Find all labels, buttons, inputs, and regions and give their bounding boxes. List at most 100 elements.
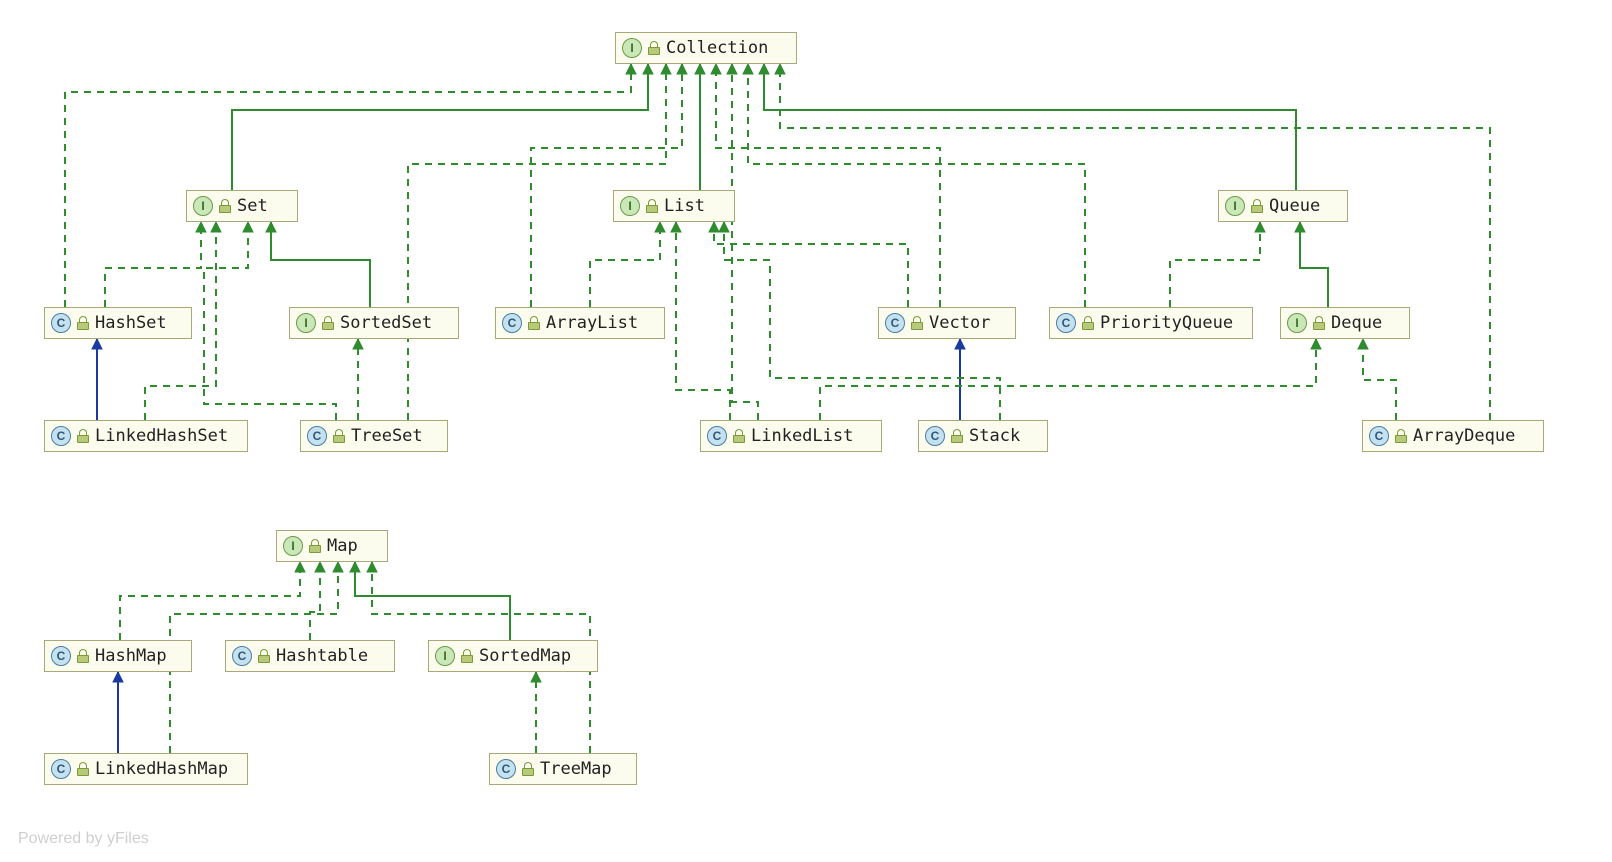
node-label: ArrayDeque [1413,426,1515,446]
lock-icon [333,429,345,443]
node-stack[interactable]: C Stack [918,420,1048,452]
class-icon: C [502,313,522,333]
node-priorityqueue[interactable]: CPriorityQueue [1049,307,1253,339]
lock-icon [1313,316,1325,330]
class-icon: C [1369,426,1389,446]
node-label: HashSet [95,313,167,333]
node-label: Deque [1331,313,1382,333]
class-icon: C [51,646,71,666]
edge-HashSet-to-Collection [65,64,631,307]
node-label: ArrayList [546,313,638,333]
interface-icon: I [296,313,316,333]
node-arraylist[interactable]: C ArrayList [495,307,665,339]
lock-icon [646,199,658,213]
node-linkedlist[interactable]: C LinkedList [700,420,882,452]
node-label: LinkedHashMap [95,759,228,779]
node-label: SortedMap [479,646,571,666]
node-label: SortedSet [340,313,432,333]
node-deque[interactable]: I Deque [1280,307,1410,339]
node-list[interactable]: I List [613,190,735,222]
class-icon: C [707,426,727,446]
lock-icon [77,316,89,330]
interface-icon: I [1225,196,1245,216]
node-hashtable[interactable]: C Hashtable [225,640,395,672]
edge-SortedMap-to-Map [355,562,510,640]
edge-LinkedList-to-List [676,222,730,420]
lock-icon [648,41,660,55]
node-treemap[interactable]: C TreeMap [489,753,637,785]
node-set[interactable]: I Set [186,190,298,222]
node-label: LinkedList [751,426,853,446]
class-icon: C [51,313,71,333]
edge-Vector-to-Collection [716,64,940,307]
lock-icon [911,316,923,330]
node-treeset[interactable]: C TreeSet [300,420,448,452]
node-label: HashMap [95,646,167,666]
interface-icon: I [1287,313,1307,333]
interface-icon: I [620,196,640,216]
lock-icon [77,649,89,663]
lock-icon [219,199,231,213]
node-label: PriorityQueue [1100,313,1233,333]
node-vector[interactable]: CVector [878,307,1016,339]
node-label: Vector [929,313,990,333]
lock-icon [309,539,321,553]
edge-ArrayList-to-List [590,222,660,307]
node-label: LinkedHashSet [95,426,228,446]
node-label: Stack [969,426,1020,446]
edge-LinkedList-to-Collection [732,64,758,420]
edge-HashMap-to-Map [120,562,300,640]
lock-icon [522,762,534,776]
lock-icon [461,649,473,663]
node-queue[interactable]: I Queue [1218,190,1348,222]
lock-icon [951,429,963,443]
class-icon: C [496,759,516,779]
node-label: List [664,196,705,216]
class-icon: C [307,426,327,446]
lock-icon [1251,199,1263,213]
node-label: TreeMap [540,759,612,779]
edge-ArrayDeque-to-Deque [1363,339,1396,420]
interface-icon: I [193,196,213,216]
node-hashset[interactable]: C HashSet [44,307,192,339]
node-linkedhashset[interactable]: C LinkedHashSet [44,420,248,452]
edge-ArrayList-to-Collection [531,64,682,307]
node-map[interactable]: IMap [276,530,388,562]
lock-icon [528,316,540,330]
node-label: Queue [1269,196,1320,216]
class-icon: C [51,759,71,779]
node-hashmap[interactable]: C HashMap [44,640,192,672]
edge-Set-to-Collection [232,64,648,190]
node-label: Hashtable [276,646,368,666]
edge-Queue-to-Collection [764,64,1296,190]
edge-ArrayDeque-to-Collection [780,64,1490,420]
lock-icon [258,649,270,663]
edge-PriorityQueue-to-Queue [1170,222,1260,307]
node-arraydeque[interactable]: C ArrayDeque [1362,420,1544,452]
class-icon: C [925,426,945,446]
node-sortedset[interactable]: I SortedSet [289,307,459,339]
interface-icon: I [435,646,455,666]
lock-icon [322,316,334,330]
lock-icon [77,429,89,443]
edge-Vector-to-List [714,222,908,307]
edge-Hashtable-to-Map [310,562,320,640]
interface-icon: I [622,38,642,58]
edge-TreeSet-to-Collection [408,64,666,420]
interface-icon: I [283,536,303,556]
edge-LinkedList-to-Deque [820,339,1316,420]
lock-icon [1395,429,1407,443]
node-label: TreeSet [351,426,423,446]
node-collection[interactable]: I Collection [615,32,797,64]
node-linkedhashmap[interactable]: C LinkedHashMap [44,753,248,785]
edge-PriorityQueue-to-Collection [748,64,1085,307]
edge-SortedSet-to-Set [271,222,370,307]
edge-HashSet-to-Set [105,222,201,307]
edge-Deque-to-Queue [1300,222,1328,307]
node-label: Set [237,196,268,216]
lock-icon [77,762,89,776]
node-label: Collection [666,38,768,58]
class-icon: C [51,426,71,446]
class-icon: C [232,646,252,666]
node-sortedmap[interactable]: I SortedMap [428,640,598,672]
